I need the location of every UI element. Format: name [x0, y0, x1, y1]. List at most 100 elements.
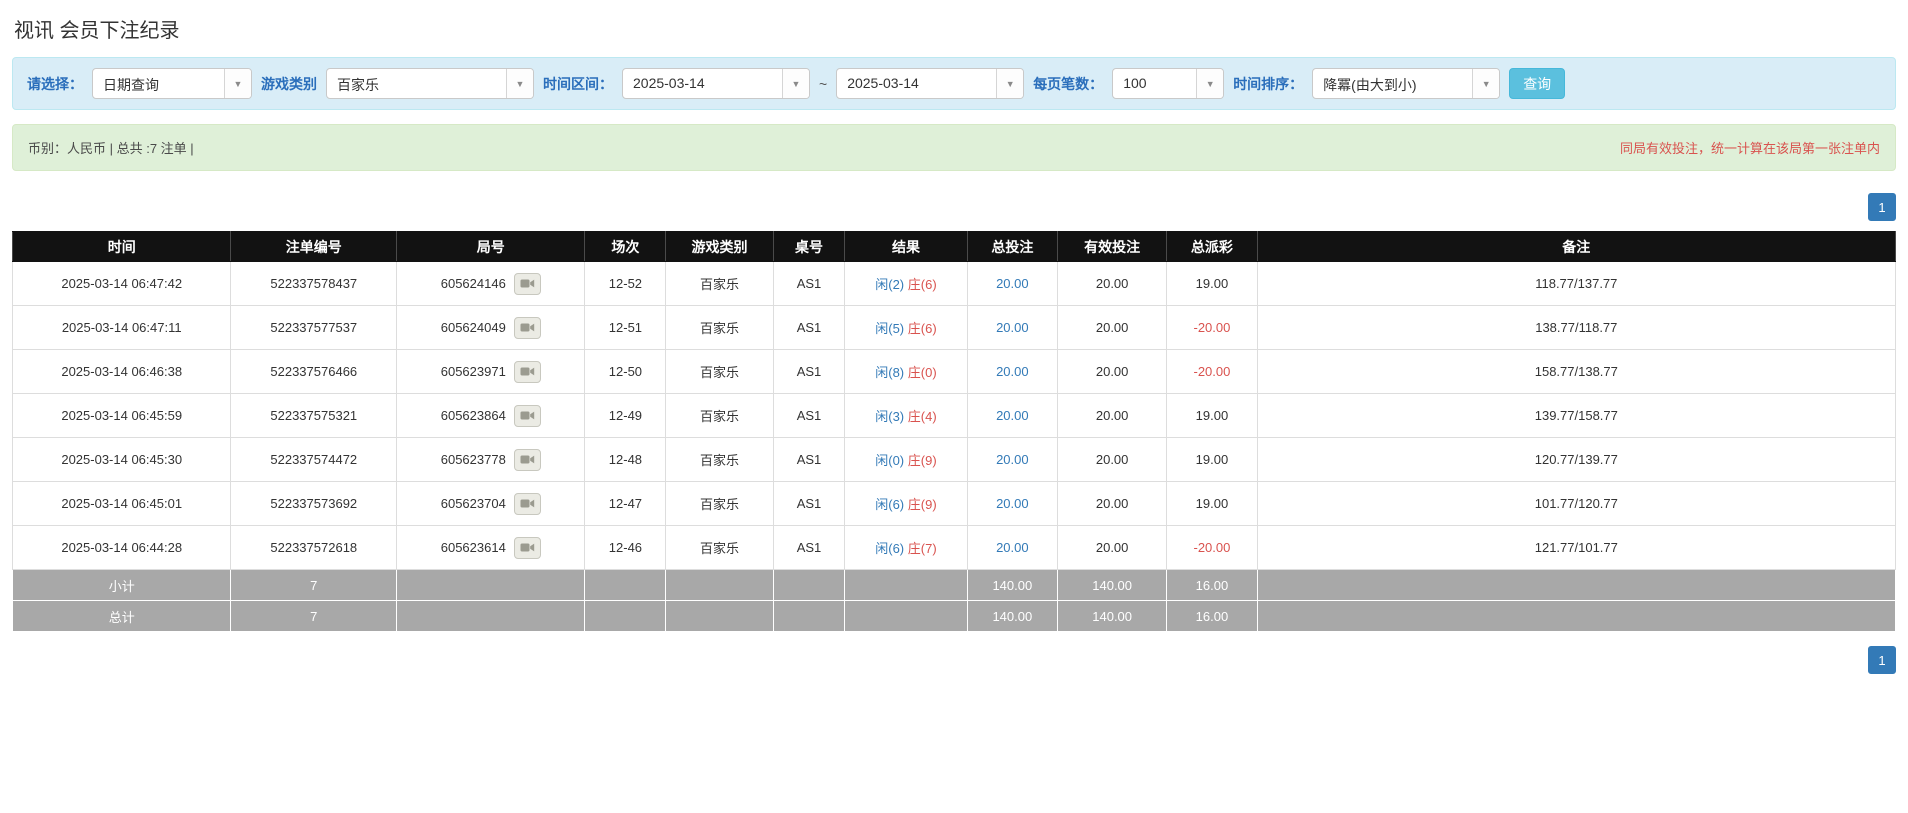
game-type-label: 游戏类别 — [261, 74, 317, 94]
cell-result: 闲(6) 庄(7) — [845, 526, 967, 570]
cell-game-type: 百家乐 — [666, 438, 773, 482]
cell-time: 2025-03-14 06:47:42 — [13, 262, 231, 306]
sum-empty — [666, 601, 773, 632]
column-header: 总投注 — [967, 232, 1057, 262]
cell-result: 闲(2) 庄(6) — [845, 262, 967, 306]
sum-valid-bet: 140.00 — [1058, 570, 1167, 601]
cell-time: 2025-03-14 06:45:30 — [13, 438, 231, 482]
bet-record-row: 2025-03-14 06:46:38522337576466605623971… — [13, 350, 1896, 394]
cell-session: 12-48 — [585, 438, 666, 482]
cell-game-type: 百家乐 — [666, 526, 773, 570]
summary-bar: 币别：人民币 | 总共 :7 注单 | 同局有效投注，统一计算在该局第一张注单内 — [12, 124, 1896, 171]
cell-result: 闲(3) 庄(4) — [845, 394, 967, 438]
round-number: 605623704 — [441, 496, 506, 511]
chevron-down-icon[interactable]: ▼ — [506, 69, 533, 98]
video-replay-button[interactable] — [514, 317, 541, 339]
chevron-down-icon[interactable]: ▼ — [224, 69, 251, 98]
video-camera-icon — [520, 278, 535, 289]
cell-bet-id: 522337573692 — [231, 482, 397, 526]
total-bet-link[interactable]: 20.00 — [996, 364, 1029, 379]
bet-record-row: 2025-03-14 06:45:59522337575321605623864… — [13, 394, 1896, 438]
payout-value: -20.00 — [1193, 364, 1230, 379]
table-body: 2025-03-14 06:47:42522337578437605624146… — [13, 262, 1896, 632]
cell-time: 2025-03-14 06:47:11 — [13, 306, 231, 350]
chevron-down-icon[interactable]: ▼ — [996, 69, 1023, 98]
page-button-1[interactable]: 1 — [1868, 193, 1896, 221]
cell-valid-bet: 20.00 — [1058, 482, 1167, 526]
cell-note: 120.77/139.77 — [1257, 438, 1895, 482]
sum-empty — [666, 570, 773, 601]
video-replay-button[interactable] — [514, 449, 541, 471]
cell-note: 121.77/101.77 — [1257, 526, 1895, 570]
query-button[interactable]: 查询 — [1509, 68, 1565, 99]
result-banker: 庄(6) — [908, 277, 937, 292]
total-bet-link[interactable]: 20.00 — [996, 320, 1029, 335]
result-player: 闲(8) — [875, 365, 904, 380]
cell-note: 138.77/118.77 — [1257, 306, 1895, 350]
video-replay-button[interactable] — [514, 361, 541, 383]
sum-empty — [1257, 601, 1895, 632]
currency-total-summary: 币别：人民币 | 总共 :7 注单 | — [28, 138, 194, 157]
video-camera-icon — [520, 322, 535, 333]
sum-total-bet: 140.00 — [967, 570, 1057, 601]
cell-round-id: 605623778 — [397, 438, 585, 482]
total-bet-link[interactable]: 20.00 — [996, 408, 1029, 423]
date-to-select[interactable]: 2025-03-14 ▼ — [836, 68, 1024, 99]
sum-count: 7 — [231, 570, 397, 601]
page-button-1[interactable]: 1 — [1868, 646, 1896, 674]
cell-round-id: 605623971 — [397, 350, 585, 394]
query-type-select[interactable]: 日期查询 ▼ — [92, 68, 252, 99]
sort-order-select[interactable]: 降冪(由大到小) ▼ — [1312, 68, 1500, 99]
cell-bet-id: 522337576466 — [231, 350, 397, 394]
column-header: 有效投注 — [1058, 232, 1167, 262]
cell-bet-id: 522337574472 — [231, 438, 397, 482]
date-from-select[interactable]: 2025-03-14 ▼ — [622, 68, 810, 99]
total-bet-link[interactable]: 20.00 — [996, 496, 1029, 511]
sum-label: 小计 — [13, 570, 231, 601]
video-replay-button[interactable] — [514, 273, 541, 295]
cell-total-bet: 20.00 — [967, 350, 1057, 394]
result-player: 闲(0) — [875, 453, 904, 468]
cell-round-id: 605623614 — [397, 526, 585, 570]
sum-valid-bet: 140.00 — [1058, 601, 1167, 632]
page-size-select[interactable]: 100 ▼ — [1112, 68, 1224, 99]
cell-valid-bet: 20.00 — [1058, 394, 1167, 438]
video-replay-button[interactable] — [514, 493, 541, 515]
chevron-down-icon[interactable]: ▼ — [1472, 69, 1499, 98]
sum-empty — [845, 601, 967, 632]
sum-empty — [585, 570, 666, 601]
video-replay-button[interactable] — [514, 537, 541, 559]
payout-value: 19.00 — [1196, 276, 1229, 291]
cell-valid-bet: 20.00 — [1058, 438, 1167, 482]
sum-payout: 16.00 — [1167, 570, 1257, 601]
column-header: 场次 — [585, 232, 666, 262]
bet-record-row: 2025-03-14 06:47:42522337578437605624146… — [13, 262, 1896, 306]
video-camera-icon — [520, 454, 535, 465]
video-replay-button[interactable] — [514, 405, 541, 427]
column-header: 结果 — [845, 232, 967, 262]
cell-result: 闲(8) 庄(0) — [845, 350, 967, 394]
cell-table-no: AS1 — [773, 438, 845, 482]
cell-total-bet: 20.00 — [967, 526, 1057, 570]
cell-valid-bet: 20.00 — [1058, 526, 1167, 570]
payout-value: 19.00 — [1196, 452, 1229, 467]
cell-bet-id: 522337577537 — [231, 306, 397, 350]
total-bet-link[interactable]: 20.00 — [996, 452, 1029, 467]
game-type-select[interactable]: 百家乐 ▼ — [326, 68, 534, 99]
query-type-value: 日期查询 — [93, 69, 224, 98]
cell-payout: 19.00 — [1167, 262, 1257, 306]
subtotal-row: 小计7140.00140.0016.00 — [13, 570, 1896, 601]
total-bet-link[interactable]: 20.00 — [996, 540, 1029, 555]
cell-bet-id: 522337575321 — [231, 394, 397, 438]
cell-payout: -20.00 — [1167, 306, 1257, 350]
chevron-down-icon[interactable]: ▼ — [782, 69, 809, 98]
payout-value: 19.00 — [1196, 408, 1229, 423]
video-camera-icon — [520, 542, 535, 553]
table-header-row: 时间注单编号局号场次游戏类别桌号结果总投注有效投注总派彩备注 — [13, 232, 1896, 262]
column-header: 总派彩 — [1167, 232, 1257, 262]
cell-payout: 19.00 — [1167, 438, 1257, 482]
total-bet-link[interactable]: 20.00 — [996, 276, 1029, 291]
chevron-down-icon[interactable]: ▼ — [1196, 69, 1223, 98]
page-size-value: 100 — [1113, 69, 1196, 98]
sum-empty — [773, 601, 845, 632]
